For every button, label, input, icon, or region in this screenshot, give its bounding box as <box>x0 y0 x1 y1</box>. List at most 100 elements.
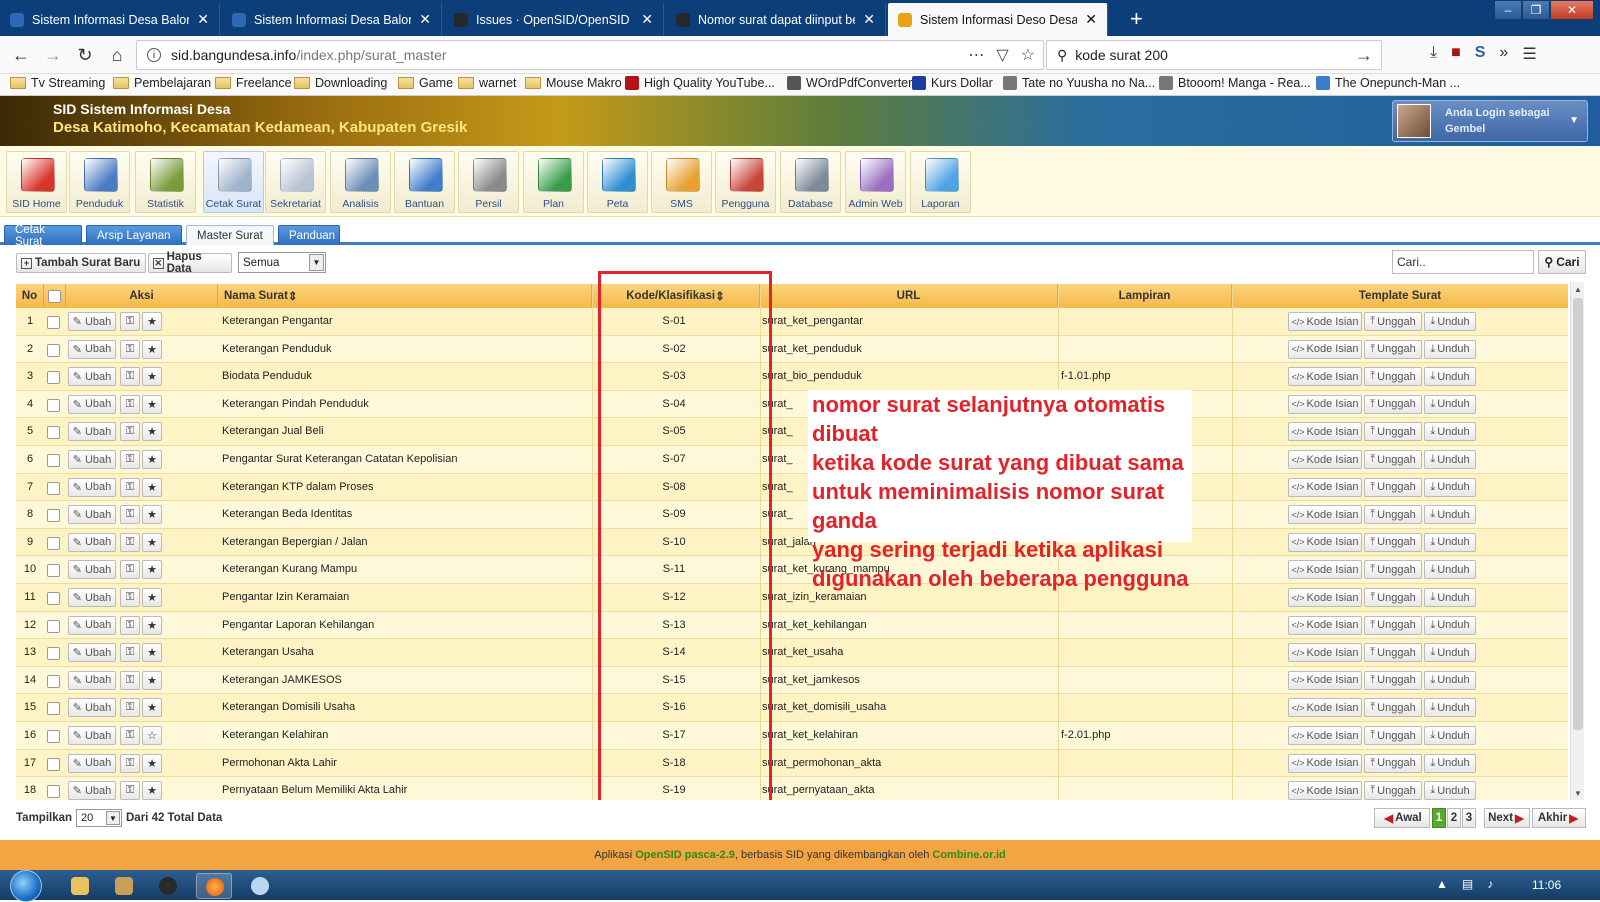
lock-button[interactable]: ⚿ <box>120 615 140 635</box>
code-fields-button[interactable]: </> Kode Isian <box>1288 394 1362 414</box>
close-tab-icon[interactable]: ✕ <box>419 11 431 28</box>
menu-icon[interactable]: ☰ <box>1522 44 1536 64</box>
favorite-button[interactable]: ★ <box>142 477 162 497</box>
row-checkbox[interactable] <box>47 647 60 661</box>
lock-button[interactable]: ⚿ <box>120 312 140 331</box>
edit-button[interactable]: ✎ Ubah <box>68 753 116 773</box>
subtab-master-surat[interactable]: Master Surat <box>186 225 274 245</box>
bookmark-item[interactable]: warnet <box>458 76 517 90</box>
edit-button[interactable]: ✎ Ubah <box>68 643 116 663</box>
subtab-arsip-layanan[interactable]: Arsip Layanan <box>86 225 182 245</box>
row-checkbox[interactable] <box>47 509 60 523</box>
taskbar-app-2[interactable] <box>106 873 142 899</box>
code-fields-button[interactable]: </> Kode Isian <box>1288 532 1362 552</box>
site-info-icon[interactable]: i <box>147 48 161 62</box>
module-bantuan[interactable]: Bantuan <box>394 151 455 213</box>
edit-button[interactable]: ✎ Ubah <box>68 477 116 497</box>
forward-icon[interactable]: → <box>40 42 66 68</box>
edit-button[interactable]: ✎ Ubah <box>68 505 116 525</box>
favorite-button[interactable]: ★ <box>142 753 162 773</box>
bookmark-item[interactable]: Game <box>398 76 453 90</box>
bookmark-item[interactable]: Tate no Yuusha no Na... <box>1003 76 1155 90</box>
extension-s-icon[interactable]: S <box>1475 44 1486 64</box>
close-tab-icon[interactable]: ✕ <box>1085 11 1097 28</box>
favorite-button[interactable]: ★ <box>142 532 162 552</box>
row-checkbox[interactable] <box>47 564 60 578</box>
upload-button[interactable]: ⤒ Unggah <box>1364 367 1422 387</box>
taskbar-skype[interactable] <box>242 873 278 899</box>
download-icon[interactable]: ⤓ <box>1430 44 1437 64</box>
select-all-checkbox[interactable] <box>48 289 61 303</box>
module-plan[interactable]: Plan <box>523 151 584 213</box>
lock-button[interactable]: ⚿ <box>120 532 140 552</box>
back-icon[interactable]: ← <box>8 42 34 68</box>
module-analisis[interactable]: Analisis <box>330 151 391 213</box>
row-checkbox[interactable] <box>47 426 60 440</box>
reload-icon[interactable]: ↻ <box>72 42 98 68</box>
upload-button[interactable]: ⤒ Unggah <box>1364 643 1422 663</box>
favorite-button[interactable]: ★ <box>142 312 162 331</box>
row-checkbox[interactable] <box>47 454 60 467</box>
edit-button[interactable]: ✎ Ubah <box>68 394 116 414</box>
upload-button[interactable]: ⤒ Unggah <box>1364 312 1422 331</box>
code-fields-button[interactable]: </> Kode Isian <box>1288 588 1362 607</box>
code-fields-button[interactable]: </> Kode Isian <box>1288 726 1362 745</box>
edit-button[interactable]: ✎ Ubah <box>68 450 116 469</box>
row-checkbox[interactable] <box>47 702 60 716</box>
favorite-button[interactable]: ★ <box>142 422 162 442</box>
download-button[interactable]: ⤓ Unduh <box>1424 588 1476 607</box>
clock[interactable]: 11:06 <box>1532 878 1561 892</box>
module-peta[interactable]: Peta <box>587 151 648 213</box>
favorite-button[interactable]: ★ <box>142 450 162 469</box>
module-statistik[interactable]: Statistik <box>135 151 196 213</box>
lock-button[interactable]: ⚿ <box>120 670 140 690</box>
browser-tab[interactable]: Nomor surat dapat diinput ber ✕ <box>666 3 886 36</box>
scroll-thumb[interactable] <box>1573 298 1583 730</box>
close-tab-icon[interactable]: ✕ <box>863 11 875 28</box>
network-icon[interactable]: ▤ <box>1462 877 1473 891</box>
page-1-button[interactable]: 1 <box>1432 808 1446 828</box>
taskbar-firefox[interactable] <box>196 873 232 899</box>
row-checkbox[interactable] <box>47 785 60 799</box>
lock-button[interactable]: ⚿ <box>120 560 140 580</box>
browser-tab[interactable]: Sistem Informasi Deso Desa Ka ✕ <box>888 3 1108 36</box>
code-fields-button[interactable]: </> Kode Isian <box>1288 312 1362 331</box>
lock-button[interactable]: ⚿ <box>120 450 140 469</box>
lock-button[interactable]: ⚿ <box>120 505 140 525</box>
upload-button[interactable]: ⤒ Unggah <box>1364 394 1422 414</box>
close-tab-icon[interactable]: ✕ <box>641 11 653 28</box>
bookmark-star-icon[interactable]: ☆ <box>1021 45 1035 65</box>
lock-button[interactable]: ⚿ <box>120 643 140 663</box>
lock-button[interactable]: ⚿ <box>120 698 140 718</box>
upload-button[interactable]: ⤒ Unggah <box>1364 477 1422 497</box>
subtab-panduan[interactable]: Panduan <box>278 225 340 245</box>
download-button[interactable]: ⤓ Unduh <box>1424 643 1476 663</box>
download-button[interactable]: ⤓ Unduh <box>1424 450 1476 469</box>
add-letter-button[interactable]: + Tambah Surat Baru <box>16 253 146 273</box>
favorite-button[interactable]: ★ <box>142 339 162 359</box>
row-checkbox[interactable] <box>47 398 60 412</box>
maximize-button[interactable]: ❐ <box>1522 0 1550 20</box>
download-button[interactable]: ⤓ Unduh <box>1424 367 1476 387</box>
code-fields-button[interactable]: </> Kode Isian <box>1288 753 1362 773</box>
code-fields-button[interactable]: </> Kode Isian <box>1288 450 1362 469</box>
edit-button[interactable]: ✎ Ubah <box>68 670 116 690</box>
favorite-button[interactable]: ☆ <box>142 726 162 745</box>
code-fields-button[interactable]: </> Kode Isian <box>1288 422 1362 442</box>
new-tab-button[interactable]: + <box>1130 6 1143 32</box>
upload-button[interactable]: ⤒ Unggah <box>1364 670 1422 690</box>
edit-button[interactable]: ✎ Ubah <box>68 726 116 745</box>
volume-icon[interactable]: ♪ <box>1487 877 1493 891</box>
code-fields-button[interactable]: </> Kode Isian <box>1288 698 1362 718</box>
row-checkbox[interactable] <box>47 371 60 385</box>
row-checkbox[interactable] <box>47 619 60 633</box>
code-fields-button[interactable]: </> Kode Isian <box>1288 670 1362 690</box>
favorite-button[interactable]: ★ <box>142 367 162 387</box>
code-fields-button[interactable]: </> Kode Isian <box>1288 781 1362 800</box>
edit-button[interactable]: ✎ Ubah <box>68 367 116 387</box>
download-button[interactable]: ⤓ Unduh <box>1424 312 1476 331</box>
bookmark-item[interactable]: WOrdPdfConverter <box>787 76 912 90</box>
browser-tab[interactable]: Sistem Informasi Desa Balongb ✕ <box>0 3 220 36</box>
per-page-select[interactable]: 20 ▼ <box>76 809 122 827</box>
download-button[interactable]: ⤓ Unduh <box>1424 698 1476 718</box>
